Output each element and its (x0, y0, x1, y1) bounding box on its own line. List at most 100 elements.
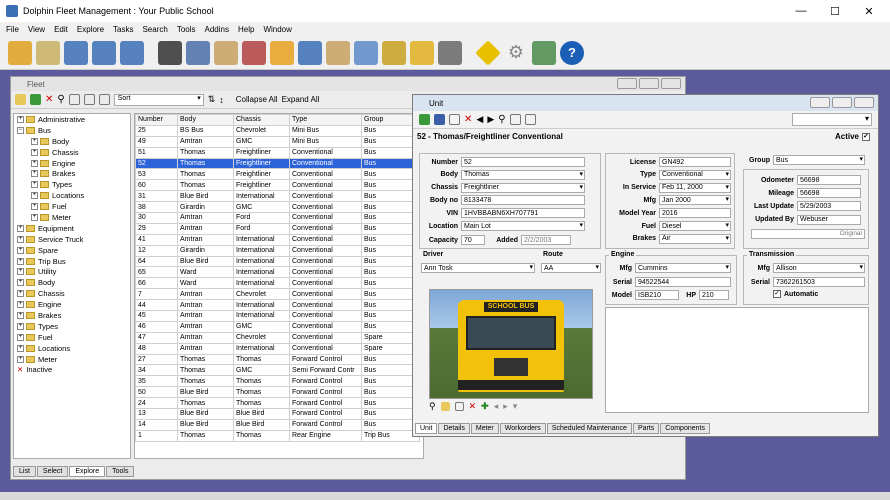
menu-window[interactable]: Window (263, 25, 291, 34)
table-row[interactable]: 46 Amtran GMC Conventional Bus (135, 320, 420, 333)
expand-toggle-icon[interactable]: + (31, 137, 38, 145)
help-icon[interactable]: ? (560, 40, 584, 65)
tree-item[interactable]: − Bus (14, 125, 130, 136)
group-select[interactable]: Bus (773, 155, 865, 165)
expand-toggle-icon[interactable]: + (17, 257, 24, 265)
view-icon[interactable] (68, 94, 80, 105)
tab-details[interactable]: Details (438, 423, 470, 434)
close-button[interactable]: ✕ (852, 3, 886, 19)
number-input[interactable]: 52 (461, 157, 585, 167)
find-icon[interactable]: ⚲ (498, 114, 505, 125)
delete-icon[interactable]: ✕ (464, 114, 472, 125)
menu-tools[interactable]: Tools (177, 25, 196, 34)
unit-close-button[interactable] (854, 97, 874, 108)
delete-image-icon[interactable]: ✕ (469, 401, 477, 412)
bottles-icon[interactable] (382, 40, 406, 65)
graph-icon[interactable] (532, 40, 556, 65)
tree-item[interactable]: + Utility (14, 266, 130, 277)
expand-toggle-icon[interactable]: + (31, 203, 38, 211)
expand-toggle-icon[interactable]: + (31, 170, 38, 178)
tree-item[interactable]: + Equipment (14, 223, 130, 234)
bus-icon[interactable] (8, 40, 32, 65)
table-row[interactable]: 45 Amtran International Conventional Bus (135, 310, 420, 322)
next-image-icon[interactable]: ▸ (503, 401, 508, 412)
fleet-minimize-button[interactable] (617, 78, 637, 89)
expand-toggle-icon[interactable]: + (17, 235, 24, 243)
trans-mfg-select[interactable]: Allison (773, 263, 865, 273)
menu-edit[interactable]: Edit (54, 25, 68, 34)
type-input[interactable]: Conventional (659, 169, 731, 180)
active-checkbox[interactable]: ✓ (862, 132, 870, 141)
table-row[interactable]: 65 Ward International Conventional Bus (135, 266, 420, 279)
tab-workorders[interactable]: Workorders (499, 423, 546, 434)
table-row[interactable]: 53 Thomas Freightliner Conventional Bus (135, 168, 420, 181)
find-icon[interactable]: ⚲ (57, 94, 64, 105)
tree-item[interactable]: + Engine (14, 158, 130, 169)
menu-help[interactable]: Help (238, 25, 254, 34)
columns-icon[interactable] (83, 94, 95, 105)
body-no-input[interactable]: 8133478 (461, 195, 585, 206)
unit-minimize-button[interactable] (810, 97, 830, 108)
table-row[interactable]: 66 Ward International Conventional Bus (135, 277, 420, 290)
tab-tools[interactable]: Tools (106, 466, 135, 477)
tire-icon[interactable] (438, 40, 462, 65)
people-icon[interactable] (242, 40, 266, 65)
expand-toggle-icon[interactable]: + (17, 322, 24, 330)
engine-hp-input[interactable]: 210 (699, 290, 729, 300)
open-image-icon[interactable] (440, 402, 450, 411)
tree-item[interactable]: + Chassis (14, 288, 130, 299)
search-image-icon[interactable]: ⚲ (429, 401, 436, 412)
tree-item[interactable]: + Types (14, 179, 130, 190)
tree-item[interactable]: + Meter (14, 212, 130, 223)
trans-serial-input[interactable]: 7362261503 (773, 277, 865, 287)
expand-toggle-icon[interactable]: + (17, 301, 24, 309)
table-row[interactable]: 49 Amtran GMC Mini Bus Bus (135, 135, 420, 148)
license-input[interactable]: GN492 (659, 157, 731, 167)
expand-toggle-icon[interactable]: − (17, 126, 24, 134)
add-icon[interactable] (419, 114, 430, 125)
form-icon[interactable] (64, 40, 88, 65)
location-input[interactable]: Main Lot (461, 221, 585, 231)
expand-toggle-icon[interactable]: + (17, 355, 24, 363)
wrench-icon[interactable] (36, 40, 60, 65)
tree-item[interactable]: + Brakes (14, 310, 130, 321)
expand-toggle-icon[interactable]: + (17, 268, 24, 276)
table-row[interactable]: 7 Amtran Chevrolet Conventional Bus (135, 288, 420, 301)
engine-mfg-select[interactable]: Cummins (635, 263, 731, 273)
table-row[interactable]: 48 Amtran International Conventional Spare (135, 342, 420, 355)
tree-item[interactable]: + Engine (14, 299, 130, 310)
tab-select[interactable]: Select (36, 466, 69, 477)
tree-item[interactable]: + Types (14, 321, 130, 332)
tab-unit[interactable]: Unit (415, 423, 438, 434)
sort-asc-icon[interactable]: ⇅ (208, 94, 216, 105)
clipboard-icon[interactable] (186, 40, 210, 65)
added-input[interactable]: 2/2/2003 (521, 235, 571, 245)
table-row[interactable]: 14 Blue Bird Blue Bird Forward Control Bus (135, 418, 420, 431)
tree-item[interactable]: + Trip Bus (14, 256, 130, 267)
forklift-icon[interactable] (410, 40, 434, 65)
route-select[interactable]: AA (541, 263, 601, 273)
chassis-input[interactable]: Freightliner (461, 182, 585, 193)
add-image-icon[interactable]: ✚ (481, 401, 489, 412)
sort-desc-icon[interactable]: ↕ (219, 95, 224, 105)
tree-item[interactable]: + Spare (14, 245, 130, 256)
expand-toggle-icon[interactable]: + (17, 279, 24, 287)
vin-input[interactable]: 1HVBBABN6XH707791 (461, 208, 585, 219)
brakes-input[interactable]: Air (659, 233, 731, 244)
tree-item[interactable]: + Fuel (14, 201, 130, 212)
tab-parts[interactable]: Parts (632, 423, 660, 434)
column-header[interactable]: Chassis (233, 114, 290, 126)
expand-toggle-icon[interactable]: + (31, 192, 38, 200)
expand-toggle-icon[interactable]: + (31, 181, 38, 189)
table-row[interactable]: 27 Thomas Thomas Forward Control Bus (135, 353, 420, 366)
previous-image-icon[interactable]: ◂ (494, 401, 499, 412)
expand-toggle-icon[interactable]: + (31, 148, 38, 156)
tab-components[interactable]: Components (660, 423, 710, 434)
tab-scheduled-maintenance[interactable]: Scheduled Maintenance (546, 423, 632, 434)
collapse-all-button[interactable]: Collapse All (236, 95, 278, 104)
capacity-input[interactable]: 70 (461, 235, 485, 245)
expand-toggle-icon[interactable]: + (31, 213, 38, 221)
table-row[interactable]: 12 Girardin International Conventional Bus (135, 244, 420, 257)
column-header[interactable]: Body (177, 114, 234, 126)
table-row[interactable]: 29 Amtran Ford Conventional Bus (135, 222, 420, 235)
